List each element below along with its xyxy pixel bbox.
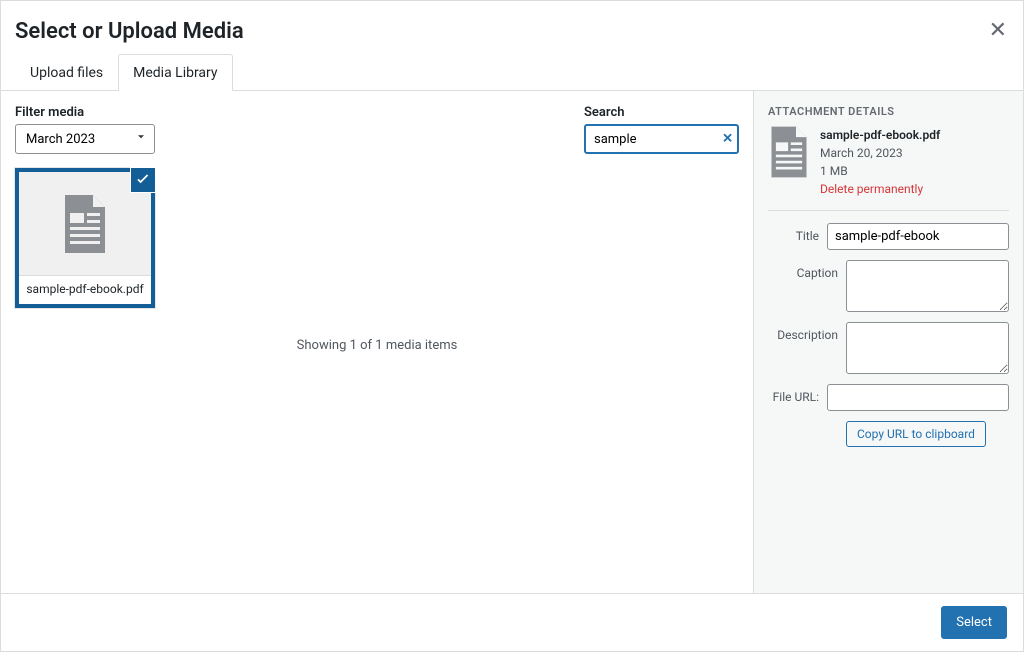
copy-url-button[interactable]: Copy URL to clipboard <box>846 421 986 447</box>
delete-permanently-link[interactable]: Delete permanently <box>820 180 940 198</box>
file-url-label: File URL: <box>768 384 819 404</box>
attachment-details-sidebar: ATTACHMENT DETAILS sample-pdf <box>753 91 1023 593</box>
document-icon <box>61 195 109 253</box>
browser-toolbar: Filter media March 2023 Search ✕ <box>15 105 739 154</box>
description-textarea[interactable] <box>846 322 1009 374</box>
media-count-status: Showing 1 of 1 media items <box>15 338 739 353</box>
selected-check-icon[interactable] <box>131 168 155 192</box>
close-icon[interactable]: ✕ <box>989 20 1007 42</box>
attachment-info: sample-pdf-ebook.pdf March 20, 2023 1 MB… <box>768 126 1009 198</box>
caption-textarea[interactable] <box>846 260 1009 312</box>
media-modal: Select or Upload Media ✕ Upload files Me… <box>0 0 1024 652</box>
search-label: Search <box>584 105 739 120</box>
attachment-filename: sample-pdf-ebook.pdf <box>19 275 151 304</box>
clear-search-icon[interactable]: ✕ <box>722 132 733 147</box>
meta-size: 1 MB <box>820 162 940 180</box>
document-icon <box>768 126 810 198</box>
attachment-meta: sample-pdf-ebook.pdf March 20, 2023 1 MB… <box>820 126 940 198</box>
search-block: Search ✕ <box>584 105 739 154</box>
title-label: Title <box>768 223 819 243</box>
attachment-item[interactable]: sample-pdf-ebook.pdf <box>15 168 155 308</box>
select-button[interactable]: Select <box>941 606 1007 639</box>
sidebar-separator <box>768 210 1009 211</box>
tab-media-library[interactable]: Media Library <box>118 54 232 91</box>
date-filter-select[interactable]: March 2023 <box>15 124 155 154</box>
search-wrap: ✕ <box>584 124 739 154</box>
tab-upload-files[interactable]: Upload files <box>15 54 118 91</box>
caption-label: Caption <box>768 260 838 280</box>
filter-media-label: Filter media <box>15 105 155 120</box>
field-row-caption: Caption <box>768 260 1009 312</box>
meta-date: March 20, 2023 <box>820 144 940 162</box>
date-filter-wrap: March 2023 <box>15 124 155 154</box>
field-row-file-url: File URL: <box>768 384 1009 411</box>
modal-title: Select or Upload Media <box>15 19 244 44</box>
tab-bar: Upload files Media Library <box>1 53 1023 91</box>
field-row-description: Description <box>768 322 1009 374</box>
copy-url-row: Copy URL to clipboard <box>846 421 1009 447</box>
description-label: Description <box>768 322 838 342</box>
modal-content: Filter media March 2023 Search ✕ <box>1 91 1023 593</box>
filter-media-block: Filter media March 2023 <box>15 105 155 154</box>
file-url-input[interactable] <box>827 384 1009 411</box>
modal-footer: Select <box>1 593 1023 651</box>
modal-header: Select or Upload Media ✕ <box>1 1 1023 51</box>
meta-filename: sample-pdf-ebook.pdf <box>820 126 940 144</box>
attachments-browser: Filter media March 2023 Search ✕ <box>1 91 753 593</box>
search-input[interactable] <box>584 124 739 154</box>
attachments-grid: sample-pdf-ebook.pdf <box>15 168 739 308</box>
field-row-title: Title <box>768 223 1009 250</box>
attachment-details-heading: ATTACHMENT DETAILS <box>768 105 1009 118</box>
title-input[interactable] <box>827 223 1009 250</box>
